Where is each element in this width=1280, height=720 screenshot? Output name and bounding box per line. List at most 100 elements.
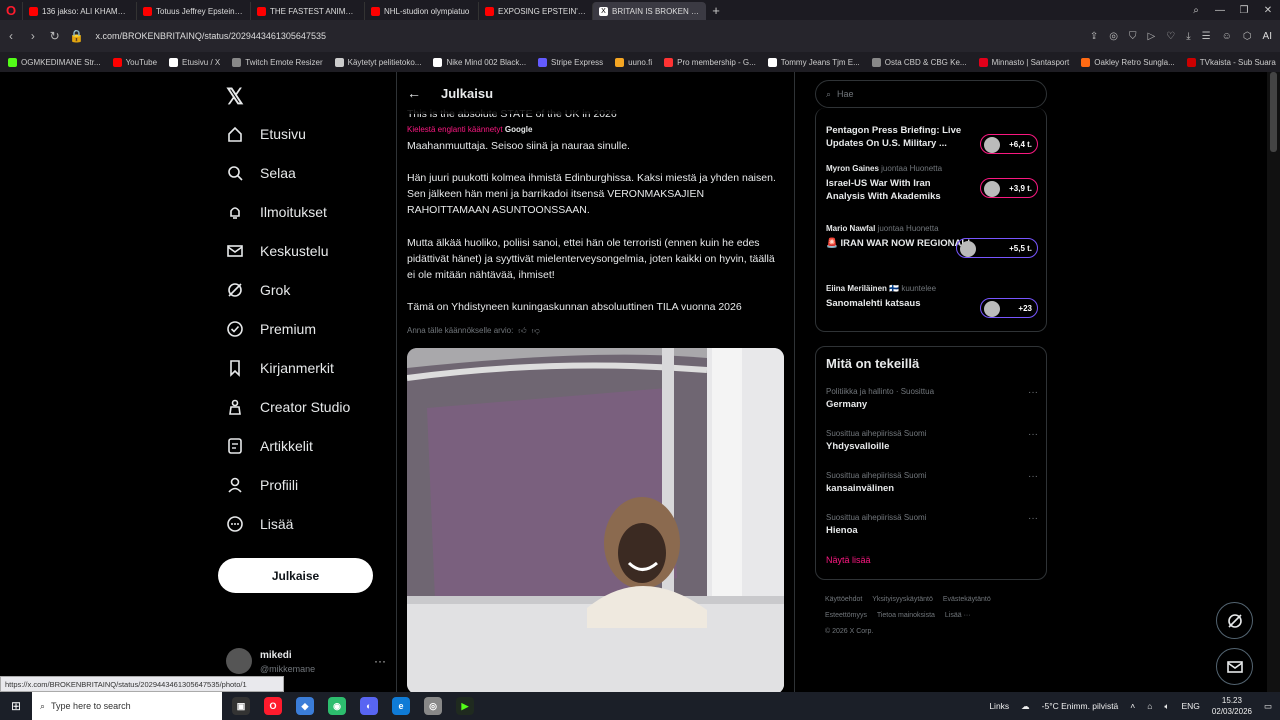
nav-item-bookmark[interactable]: Kirjanmerkit xyxy=(226,359,334,377)
nav-item-bell[interactable]: Ilmoitukset xyxy=(226,203,327,221)
scrollbar-thumb[interactable] xyxy=(1270,72,1277,152)
trend-item[interactable]: Politiikka ja hallinto · Suosittua Germa… xyxy=(826,387,1038,410)
weather-icon[interactable]: ☁ xyxy=(1021,701,1030,712)
browser-tab[interactable]: Totuus Jeffrey Epsteinin K xyxy=(136,2,250,20)
live-listeners-pill[interactable]: +6,4 t. xyxy=(980,134,1038,154)
more-dots-icon[interactable]: ··· xyxy=(374,654,386,668)
camera-icon[interactable]: ◎ xyxy=(1109,31,1118,42)
kick-icon[interactable]: ▶ xyxy=(456,697,474,715)
live-space-item[interactable]: Mario Nawfal juontaa Huonetta 🚨 IRAN WAR… xyxy=(826,224,1038,258)
footer-link[interactable]: Evästekäytäntö xyxy=(943,596,991,603)
weather-text[interactable]: -5°C Enimm. pilvistä xyxy=(1042,701,1119,711)
bookmark-item[interactable]: Pro membership - G... xyxy=(664,57,756,67)
nav-item-article[interactable]: Artikkelit xyxy=(226,437,313,455)
account-switcher[interactable]: mikedi @mikkemane ··· xyxy=(226,648,386,678)
thumbs-down-icon[interactable]: 👎︎ xyxy=(532,326,540,336)
live-space-item[interactable]: Eiina Meriläinen 🇫🇮 kuuntelee Sanomaleht… xyxy=(826,284,1038,318)
new-tab-button[interactable]: + xyxy=(706,3,726,18)
opera-browser-icon[interactable]: O xyxy=(264,697,282,715)
clock[interactable]: 15.23 02/03/2026 xyxy=(1212,695,1252,717)
footer-link[interactable]: Yksityisyyskäytäntö xyxy=(872,596,933,603)
live-listeners-pill[interactable]: +3,9 t. xyxy=(980,178,1038,198)
minimize-button[interactable]: — xyxy=(1208,0,1232,20)
bookmark-item[interactable]: Osta CBD & CBG Ke... xyxy=(871,57,967,67)
messages-fab-button[interactable] xyxy=(1216,648,1253,685)
nav-item-mail[interactable]: Keskustelu xyxy=(226,242,328,260)
maximize-button[interactable]: ❐ xyxy=(1232,0,1256,20)
bookmark-item[interactable]: Tommy Jeans Tjm E... xyxy=(767,57,860,67)
bookmark-item[interactable]: Twitch Emote Resizer xyxy=(232,57,323,67)
bookmark-item[interactable]: uuno.fi xyxy=(615,57,652,67)
bookmark-item[interactable]: YouTube xyxy=(112,57,157,67)
page-scrollbar[interactable] xyxy=(1267,72,1280,692)
bookmark-item[interactable]: Etusivu / X xyxy=(169,57,220,67)
windows-start-icon[interactable]: ⊞ xyxy=(0,699,32,713)
bookmark-item[interactable]: Stripe Express xyxy=(538,57,603,67)
nav-item-premium[interactable]: Premium xyxy=(226,320,316,338)
footer-link[interactable]: Esteettömyys xyxy=(825,612,867,619)
search-box[interactable]: ⌕ Hae xyxy=(815,80,1047,108)
trend-item[interactable]: Suosittua aihepiirissä Suomi kansainväli… xyxy=(826,471,1038,494)
bookmark-item[interactable]: OGMKEDIMANE Str... xyxy=(8,57,101,67)
search-tabs-icon[interactable]: ⌕ xyxy=(1184,0,1208,20)
edge-icon[interactable]: e xyxy=(392,697,410,715)
forward-button[interactable]: › xyxy=(22,29,44,43)
bookmark-item[interactable]: Käytetyt pelitietoko... xyxy=(334,57,421,67)
more-dots-icon[interactable]: ··· xyxy=(1028,387,1038,398)
shield-icon[interactable]: ⛉ xyxy=(1129,31,1137,42)
search-input[interactable]: Hae xyxy=(837,89,854,99)
discord-icon[interactable]: ◐ xyxy=(360,697,378,715)
bookmark-item[interactable]: Minnasto | Santasport xyxy=(978,57,1069,67)
share-icon[interactable]: ⇪ xyxy=(1090,31,1098,42)
live-space-item[interactable]: Myron Gaines juontaa Huonetta Israel-US … xyxy=(826,164,1038,203)
taskbar-search[interactable]: ⌕ Type here to search xyxy=(32,692,222,720)
trend-item[interactable]: Suosittua aihepiirissä Suomi Yhdysvalloi… xyxy=(826,429,1038,452)
more-dots-icon[interactable]: ··· xyxy=(1028,513,1038,524)
tweet-photo[interactable] xyxy=(407,348,784,692)
url-field[interactable]: x.com/BROKENBRITAINQ/status/202944346130… xyxy=(96,25,1090,47)
browser-tab[interactable]: THE FASTEST ANIMATRON xyxy=(250,2,364,20)
thumbs-up-icon[interactable]: 👍︎ xyxy=(518,326,526,336)
extension-icon[interactable]: ⬡ xyxy=(1243,31,1252,42)
play-icon[interactable]: ▷ xyxy=(1148,31,1156,42)
browser-tab[interactable]: 136 jakso: ALI KHAMENEI xyxy=(22,2,136,20)
x-logo-icon[interactable]: 𝕏 xyxy=(226,84,244,110)
nav-item-grok[interactable]: Grok xyxy=(226,281,290,299)
live-listeners-pill[interactable]: +23 xyxy=(980,298,1038,318)
menu-icon[interactable]: ☰ xyxy=(1202,31,1211,42)
nav-item-creator[interactable]: Creator Studio xyxy=(226,398,350,416)
grok-fab-button[interactable] xyxy=(1216,602,1253,639)
task-view-icon[interactable]: ▣ xyxy=(232,697,250,715)
browser-tab[interactable]: NHL-studion olympiatuo xyxy=(364,2,478,20)
more-dots-icon[interactable]: ··· xyxy=(1028,429,1038,440)
download-icon[interactable]: ⤓ xyxy=(1186,31,1190,42)
post-button[interactable]: Julkaise xyxy=(218,558,373,593)
more-dots-icon[interactable]: ··· xyxy=(1028,471,1038,482)
app-icon[interactable]: ◉ xyxy=(328,697,346,715)
tray-chevron-icon[interactable]: ˄ xyxy=(1130,701,1135,711)
translation-note[interactable]: Kielestä englanti käännetyt Google xyxy=(407,125,532,134)
opera-logo-icon[interactable]: O xyxy=(0,0,22,20)
bookmark-item[interactable]: Nike Mind 002 Black... xyxy=(433,57,526,67)
heart-icon[interactable]: ♡ xyxy=(1166,31,1175,42)
trend-item[interactable]: Suosittua aihepiirissä Suomi Hienoa ··· xyxy=(826,513,1038,536)
language-indicator[interactable]: ENG xyxy=(1182,701,1200,711)
show-more-link[interactable]: Näytä lisää xyxy=(826,555,871,565)
taskbar-search-input[interactable]: Type here to search xyxy=(51,701,131,711)
network-icon[interactable]: ⌂ xyxy=(1147,701,1152,711)
footer-link[interactable]: Tietoa mainoksista xyxy=(877,612,935,619)
live-space-item[interactable]: Pentagon Press Briefing: Live Updates On… xyxy=(826,120,1038,154)
back-button[interactable]: ‹ xyxy=(0,29,22,43)
volume-icon[interactable]: 🔈︎ xyxy=(1164,701,1169,712)
lock-icon[interactable]: 🔒 xyxy=(66,29,88,43)
ai-button[interactable]: AI xyxy=(1263,31,1272,42)
reload-button[interactable]: ↻ xyxy=(44,29,66,43)
footer-link[interactable]: Lisää ··· xyxy=(945,612,971,619)
notifications-icon[interactable]: ▭ xyxy=(1264,701,1272,712)
browser-tab[interactable]: EXPOSING EPSTEIN'S ZOR xyxy=(478,2,592,20)
browser-tab-active[interactable]: X BRITAIN IS BROKEN 🇬🇧 X xyxy=(592,2,706,20)
bookmark-item[interactable]: TVkaista - Sub Suara xyxy=(1186,57,1276,67)
nav-item-home[interactable]: Etusivu xyxy=(226,125,306,143)
footer-link[interactable]: Käyttöehdot xyxy=(825,596,862,603)
nav-item-search[interactable]: Selaa xyxy=(226,164,296,182)
